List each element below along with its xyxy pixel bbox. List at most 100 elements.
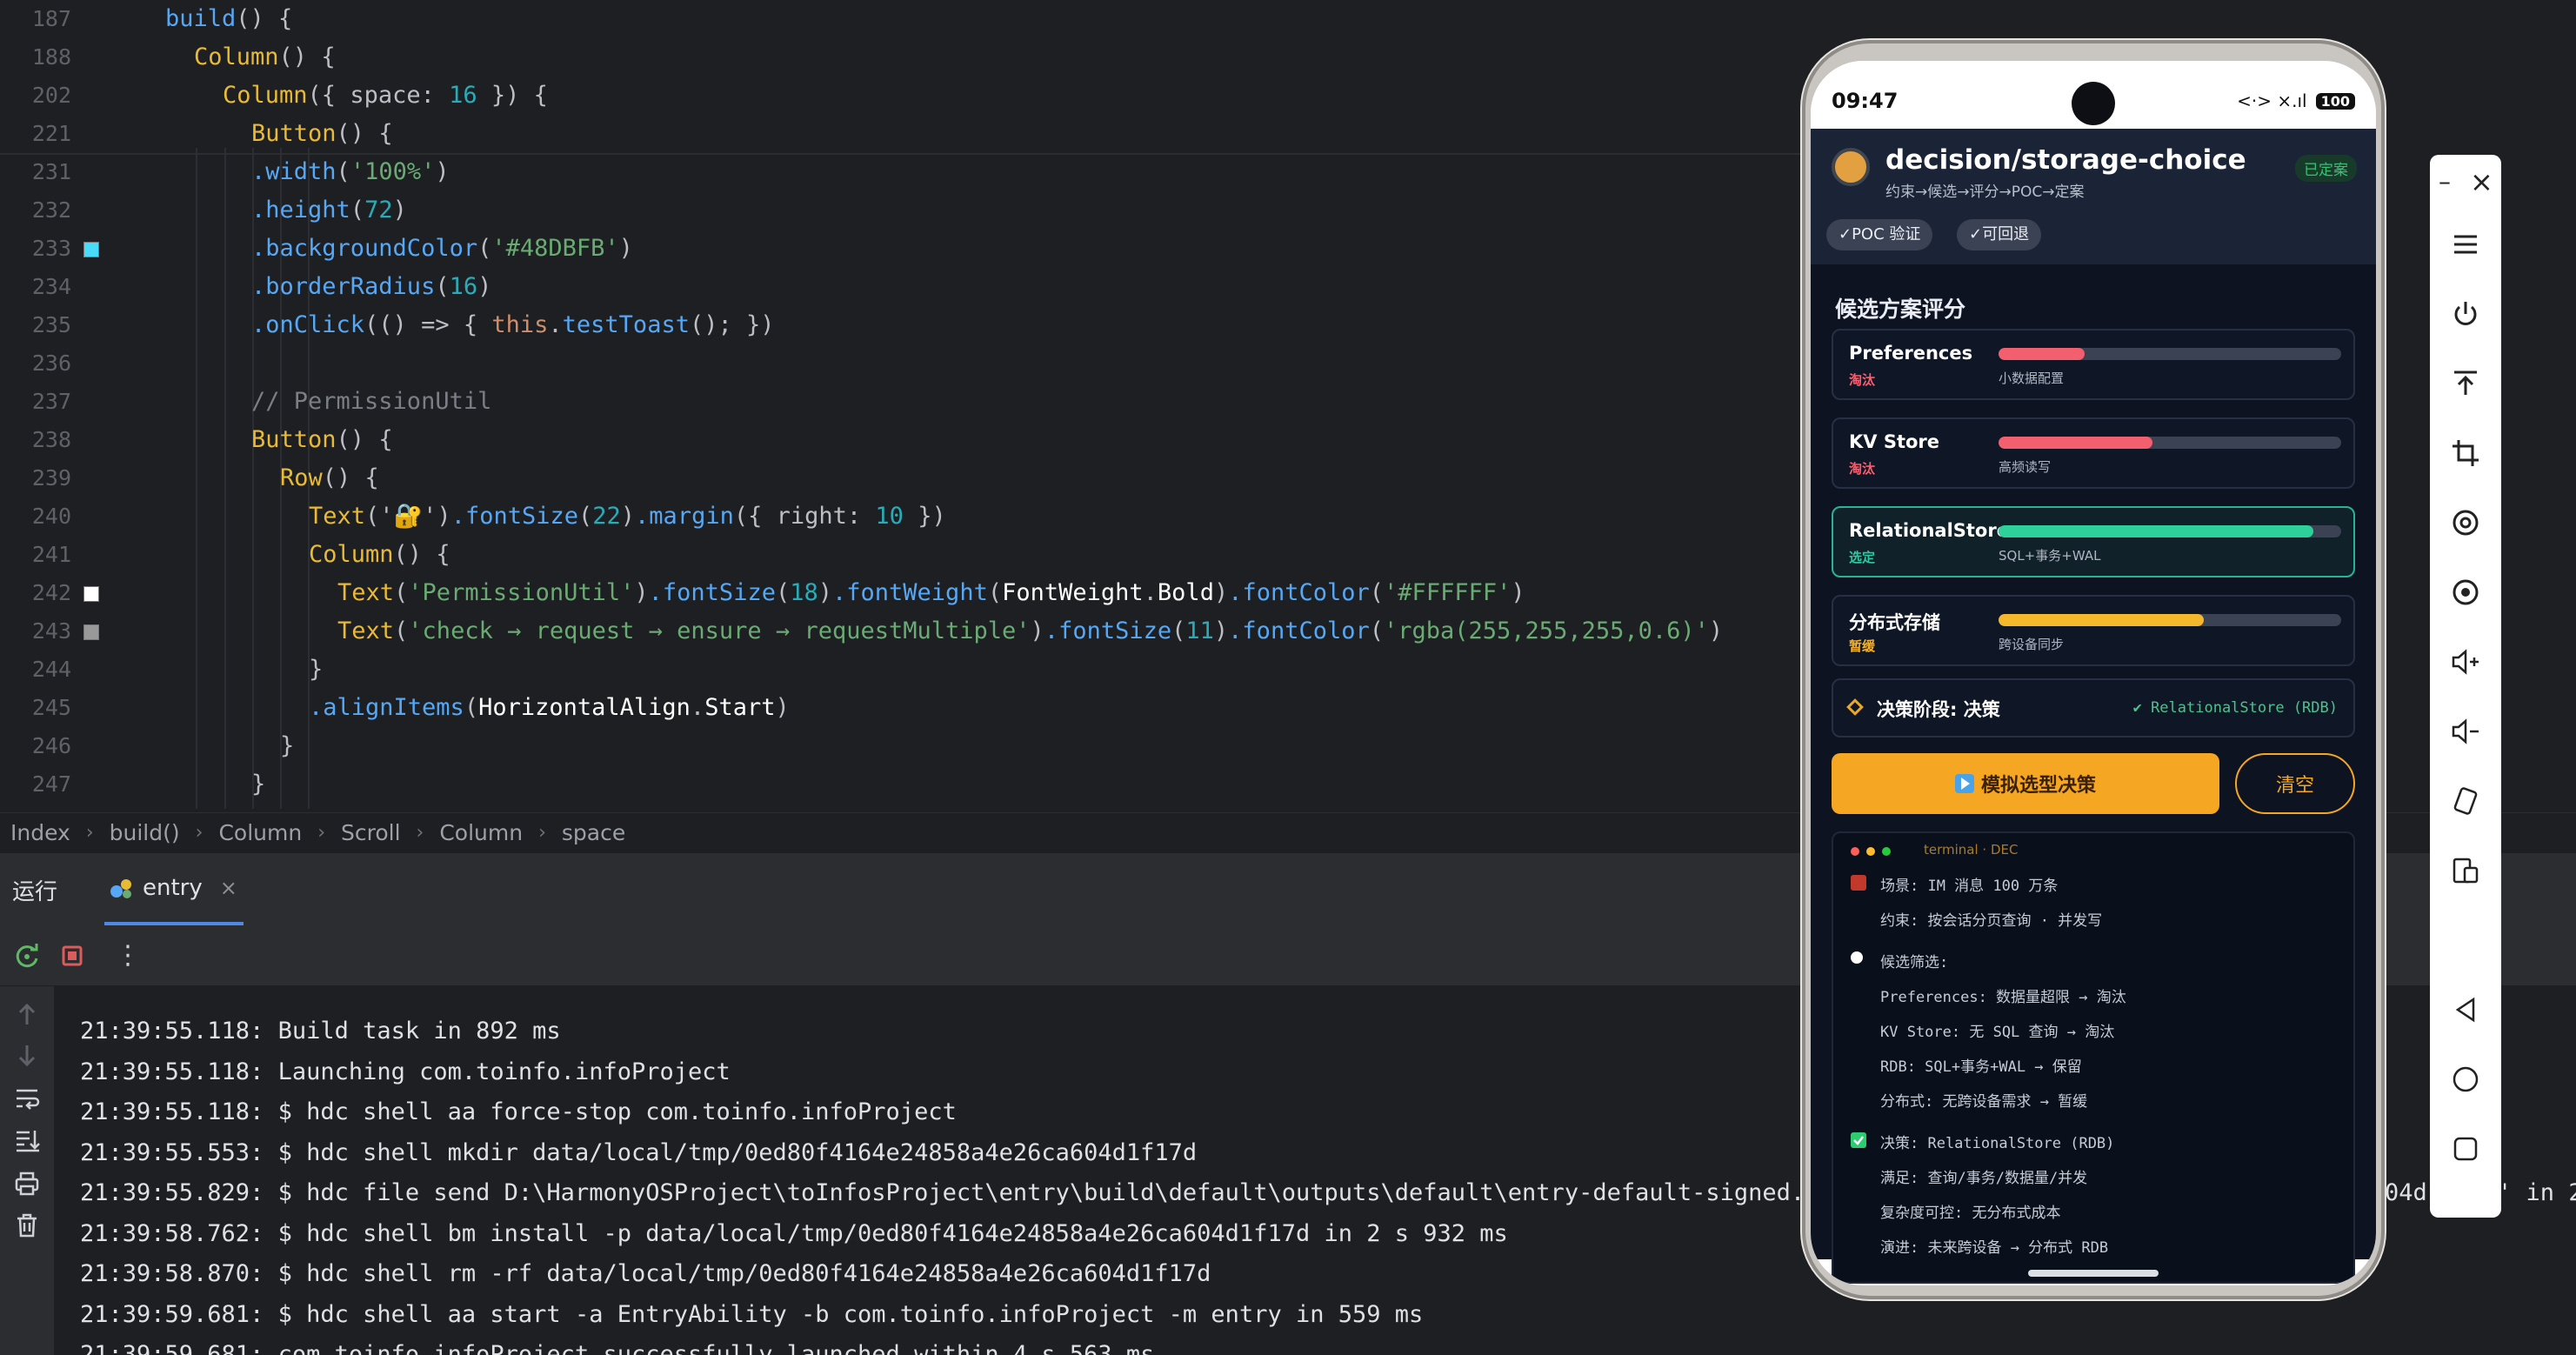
screenshot-icon[interactable] <box>2449 506 2482 539</box>
error-square-icon <box>1851 875 1866 891</box>
color-swatch-icon[interactable] <box>83 242 99 257</box>
code-token: ) <box>1213 617 1229 644</box>
code-line[interactable]: 188 Column() { <box>0 38 1826 77</box>
code-text: .width('100%') <box>251 153 450 191</box>
code-line[interactable]: 235 .onClick(() => { this.testToast(); }) <box>0 306 1826 344</box>
breadcrumb-item[interactable]: Index <box>10 820 70 845</box>
rotate-icon[interactable] <box>2449 784 2482 818</box>
top-icon[interactable] <box>2449 367 2482 400</box>
code-line[interactable]: 231 .width('100%') <box>0 153 1826 191</box>
clear-button-label: 清空 <box>2275 775 2314 797</box>
code-token: .onClick <box>251 311 365 338</box>
code-line[interactable]: 243 Text('check → request → ensure → requ… <box>0 612 1826 651</box>
recents-icon[interactable] <box>2449 1132 2482 1165</box>
code-line[interactable]: 234 .borderRadius(16) <box>0 268 1826 306</box>
code-line[interactable]: 246} <box>0 727 1826 765</box>
breadcrumb-item[interactable]: build() <box>110 820 180 845</box>
code-token: () { <box>236 5 293 32</box>
code-line[interactable]: 233 .backgroundColor('#48DBFB') <box>0 230 1826 268</box>
screen-switch-icon[interactable] <box>2449 854 2482 887</box>
breadcrumb-item[interactable]: Column <box>439 820 523 845</box>
volume-up-icon[interactable] <box>2449 645 2482 678</box>
home-icon[interactable] <box>2449 1063 2482 1096</box>
code-line[interactable]: 187 build() { <box>0 0 1826 38</box>
tab-close-icon[interactable]: × <box>220 876 237 900</box>
code-line[interactable]: 247} <box>0 765 1826 804</box>
power-icon[interactable] <box>2449 297 2482 330</box>
code-token: ( <box>464 694 479 721</box>
code-token: ({ <box>733 503 777 530</box>
trash-icon[interactable] <box>12 1211 42 1240</box>
code-line[interactable]: 241 Column() { <box>0 536 1826 574</box>
code-token: Column <box>194 43 279 70</box>
code-line[interactable]: 245 .alignItems(HorizontalAlign.Start) <box>0 689 1826 727</box>
decision-phase: 决策阶段: 决策 ✔ RelationalStore (RDB) <box>1832 678 2355 738</box>
more-options-icon[interactable]: ⋮ <box>115 941 144 971</box>
code-line[interactable]: 221 Button() { <box>0 115 1826 153</box>
code-line[interactable]: 239 Row() { <box>0 459 1826 497</box>
terminal-line: KV Store: 无 SQL 查询 → 淘汰 <box>1880 1024 2115 1041</box>
code-token: testToast <box>562 311 690 338</box>
terminal-line: 复杂度可控: 无分布式成本 <box>1880 1205 2061 1222</box>
candidate-card[interactable]: 分布式存储 暂缓 跨设备同步 <box>1832 595 2355 666</box>
scroll-up-icon[interactable] <box>12 1000 42 1030</box>
scroll-down-icon[interactable] <box>12 1040 42 1070</box>
score-bar <box>1999 525 2314 537</box>
code-text: Text('PermissionUtil').fontSize(18).font… <box>337 574 1525 612</box>
scroll-to-end-icon[interactable] <box>12 1125 42 1155</box>
code-line[interactable]: 238 Button() { <box>0 421 1826 459</box>
volume-down-icon[interactable] <box>2449 715 2482 748</box>
print-icon[interactable] <box>12 1169 42 1198</box>
code-text: // PermissionUtil <box>251 383 491 421</box>
candidate-name: 分布式存储 <box>1849 612 1940 633</box>
code-line[interactable]: 237 // PermissionUtil <box>0 383 1826 421</box>
battery-icon: 100 <box>2315 92 2355 110</box>
terminal-line: 满足: 查询/事务/数据量/并发 <box>1880 1170 2088 1187</box>
breadcrumb-item[interactable]: Column <box>218 820 302 845</box>
code-line[interactable]: 202 Column({ space: 16 }) { <box>0 77 1826 115</box>
line-number: 231 <box>31 159 71 184</box>
code-token: ) <box>1213 579 1229 606</box>
clear-button[interactable]: 清空 <box>2235 753 2355 814</box>
minimize-icon[interactable]: – <box>2439 167 2472 200</box>
color-swatch-icon[interactable] <box>83 586 99 602</box>
code-token: ( <box>1171 617 1186 644</box>
simulate-decision-button[interactable]: 模拟选型决策 <box>1832 753 2219 814</box>
line-number: 245 <box>31 695 71 720</box>
close-icon[interactable]: × <box>2470 165 2503 198</box>
line-number: 202 <box>31 83 71 108</box>
code-token: Start <box>704 694 776 721</box>
code-line[interactable]: 236 <box>0 344 1826 383</box>
code-line[interactable]: 232 .height(72) <box>0 191 1826 230</box>
stop-icon[interactable] <box>57 941 87 971</box>
code-token: .fontWeight <box>832 579 988 606</box>
code-token: ') <box>423 503 451 530</box>
menu-icon[interactable] <box>2449 228 2482 261</box>
soft-wrap-icon[interactable] <box>12 1084 42 1113</box>
candidate-card[interactable]: RelationalStore 选定 SQL+事务+WAL <box>1832 506 2355 577</box>
code-token: 22 <box>592 503 621 530</box>
code-token: .fontSize <box>450 503 578 530</box>
code-line[interactable]: 240 Text('🔐').fontSize(22).margin({ right… <box>0 497 1826 536</box>
color-swatch-icon[interactable] <box>83 624 99 640</box>
code-line[interactable]: 242 Text('PermissionUtil').fontSize(18).f… <box>0 574 1826 612</box>
code-token: ) <box>392 197 407 224</box>
phone-screen[interactable]: 09:47 <·> ×.ıl 100 decision/storage-choi… <box>1811 61 2376 1285</box>
terminal-panel: terminal · DEC 场景: IM 消息 100 万条 约束: 按会话分页… <box>1832 831 2355 1284</box>
crop-icon[interactable] <box>2449 437 2482 470</box>
home-indicator[interactable] <box>2028 1270 2159 1277</box>
candidate-card[interactable]: Preferences 淘汰 小数据配置 <box>1832 329 2355 400</box>
back-icon[interactable] <box>2449 993 2482 1026</box>
score-track <box>1999 437 2341 449</box>
tab-entry[interactable]: entry × <box>104 853 244 926</box>
code-token: 16 <box>449 82 477 109</box>
rerun-icon[interactable] <box>12 941 42 971</box>
candidate-card[interactable]: KV Store 淘汰 高频读写 <box>1832 417 2355 489</box>
breadcrumb-item[interactable]: space <box>562 820 625 845</box>
record-icon[interactable] <box>2449 576 2482 609</box>
code-token: ) <box>618 235 633 262</box>
terminal-line: 候选筛选: <box>1880 954 1949 971</box>
code-line[interactable]: 244} <box>0 651 1826 689</box>
breadcrumb-item[interactable]: Scroll <box>341 820 401 845</box>
code-token: Button <box>251 426 337 453</box>
